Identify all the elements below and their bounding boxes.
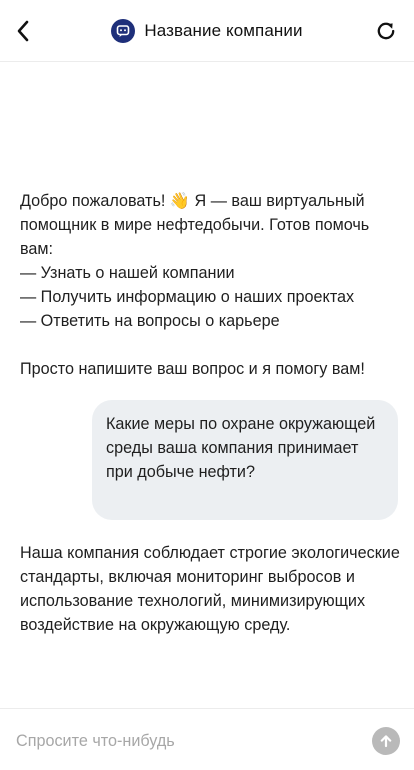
header-title-group: Название компании (0, 16, 414, 46)
send-button[interactable] (372, 727, 400, 755)
chat-thread: Добро пожаловать! 👋 Я — ваш виртуальный … (0, 63, 414, 707)
arrow-up-icon (380, 735, 392, 748)
header: Название компании (0, 0, 414, 62)
user-message: Какие меры по охране окружающей среды ва… (92, 400, 398, 520)
page-title: Название компании (144, 21, 303, 40)
message-composer (0, 708, 414, 770)
assistant-message: Наша компания соблюдает строгие экологич… (20, 544, 400, 634)
refresh-button[interactable] (372, 16, 400, 46)
chat-bot-icon (111, 19, 136, 43)
refresh-icon (377, 22, 395, 40)
assistant-message: Добро пожаловать! 👋 Я — ваш виртуальный … (20, 192, 370, 378)
message-input[interactable] (16, 727, 356, 755)
